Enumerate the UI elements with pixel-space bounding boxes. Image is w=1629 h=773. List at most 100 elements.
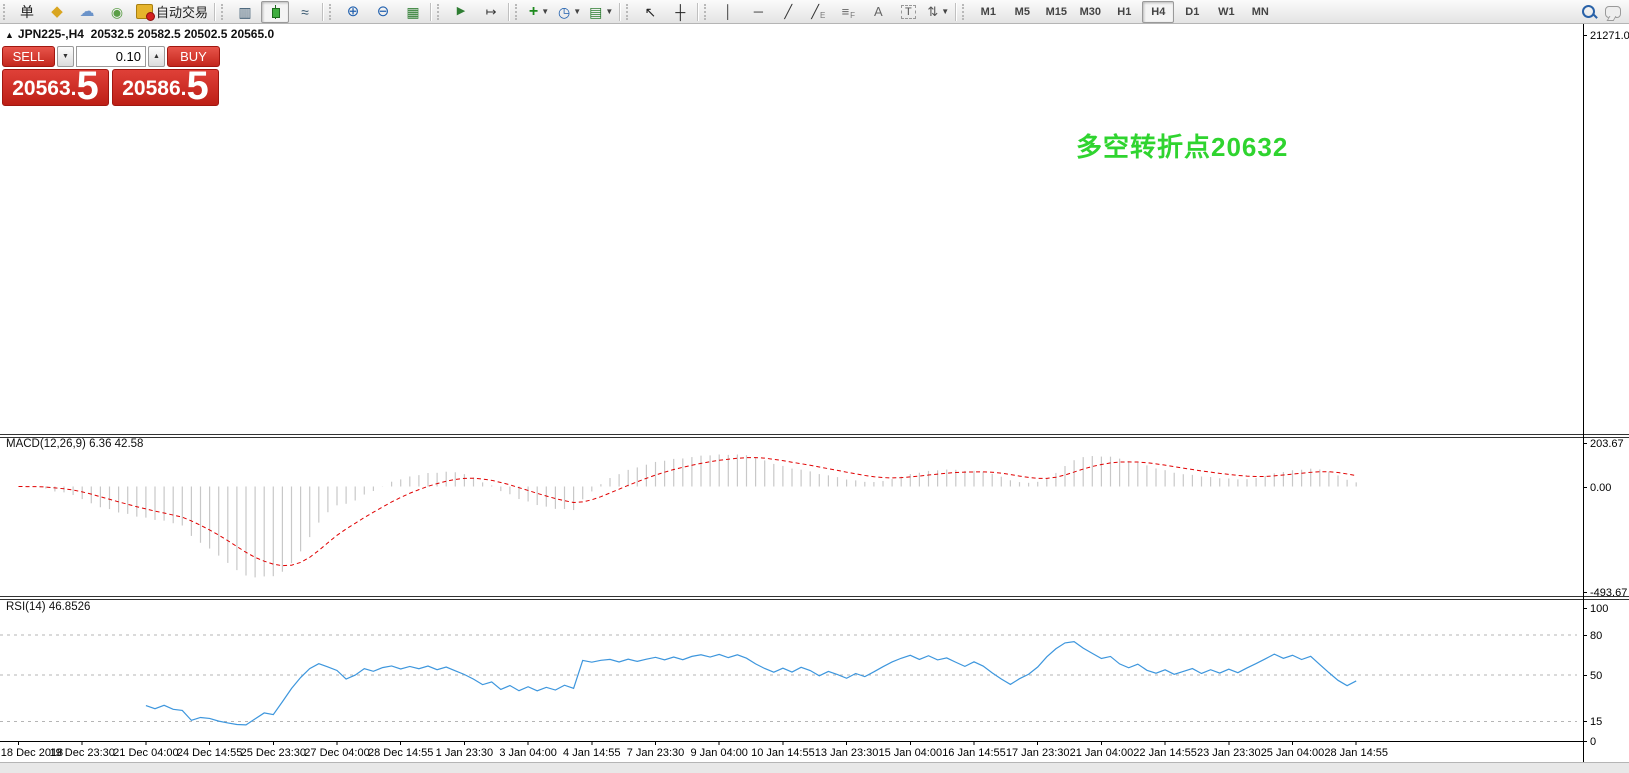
fibonacci-icon[interactable]: ≡F	[834, 1, 862, 23]
svg-text:19 Dec 23:30: 19 Dec 23:30	[49, 747, 114, 759]
ask-price-main: 20586.	[122, 74, 186, 104]
chevron-down-icon[interactable]: ▼	[941, 7, 949, 16]
svg-text:28 Jan 14:55: 28 Jan 14:55	[1324, 747, 1388, 759]
toolbar-grip[interactable]	[437, 4, 443, 20]
svg-text:-493.67: -493.67	[1590, 587, 1627, 599]
arrows-icon[interactable]: ⇅▼	[924, 1, 952, 23]
templates-button[interactable]: ▤▼	[586, 1, 616, 23]
toolbar-grip[interactable]	[221, 4, 227, 20]
price-axis[interactable]: 21271.021067.020239.020035.019825.019621…	[1583, 0, 1629, 762]
svg-text:7 Jan 23:30: 7 Jan 23:30	[627, 747, 685, 759]
toolbar-grip[interactable]	[962, 4, 968, 20]
chevron-down-icon[interactable]: ▼	[573, 7, 581, 16]
toolbar-separator	[430, 3, 432, 21]
svg-text:4 Jan 14:55: 4 Jan 14:55	[563, 747, 621, 759]
text-icon[interactable]: A	[864, 1, 892, 23]
symbol-label: JPN225-,H4	[18, 27, 84, 41]
toolbar-separator	[955, 3, 957, 21]
svg-text:0: 0	[1590, 736, 1596, 748]
timeframe-d1-button[interactable]: D1	[1176, 1, 1208, 23]
mt4-window: 单◆☁◉自动交易 ▥ ≈ ⊕⊖▦ ▶↦ +▼◷▼▤▼ ↖┼ │─╱╱E≡FAT⇅▼ M1M5M1…	[0, 0, 1629, 773]
timeframe-m30-button[interactable]: M30	[1074, 1, 1106, 23]
svg-text:25 Dec 23:30: 25 Dec 23:30	[241, 747, 306, 759]
timeframe-w1-button[interactable]: W1	[1210, 1, 1242, 23]
bar-chart-icon[interactable]: ▥	[231, 1, 259, 23]
svg-text:3 Jan 04:00: 3 Jan 04:00	[499, 747, 557, 759]
svg-text:9 Jan 04:00: 9 Jan 04:00	[690, 747, 748, 759]
trendline-icon[interactable]: ╱	[774, 1, 802, 23]
annotations-layer	[0, 435, 1629, 600]
market-watch-icon[interactable]: ☁	[73, 1, 101, 23]
auto-scroll-icon[interactable]: ▶	[447, 1, 475, 23]
svg-text:50: 50	[1590, 670, 1602, 682]
rsi-indicator-label: RSI(14) 46.8526	[6, 601, 90, 613]
periods-button[interactable]: ◷▼	[555, 1, 584, 23]
svg-text:21271.0: 21271.0	[1590, 30, 1629, 42]
timeframe-h1-button[interactable]: H1	[1108, 1, 1140, 23]
ask-price-pips: 5	[186, 68, 208, 104]
toolbar-separator	[619, 3, 621, 21]
chevron-down-icon[interactable]: ▼	[605, 7, 613, 16]
chart-shift-icon[interactable]: ↦	[477, 1, 505, 23]
timeframe-m5-button[interactable]: M5	[1006, 1, 1038, 23]
rsi-panel[interactable]	[0, 635, 1577, 725]
svg-text:27 Dec 04:00: 27 Dec 04:00	[304, 747, 369, 759]
toolbar-grip[interactable]	[3, 4, 9, 20]
svg-text:10 Jan 14:55: 10 Jan 14:55	[751, 747, 815, 759]
zoom-out-icon[interactable]: ⊖	[369, 1, 397, 23]
channel-icon[interactable]: ╱E	[804, 1, 832, 23]
toolbar-separator	[697, 3, 699, 21]
svg-text:17 Jan 23:30: 17 Jan 23:30	[1006, 747, 1070, 759]
macd-panel[interactable]	[19, 454, 1357, 577]
bid-price-main: 20563.	[12, 74, 76, 104]
time-axis[interactable]: 18 Dec 201819 Dec 23:3021 Dec 04:0024 De…	[0, 741, 1583, 759]
sell-button[interactable]: SELL	[2, 46, 55, 67]
toolbar-grip[interactable]	[626, 4, 632, 20]
timeframe-h4-button[interactable]: H4	[1142, 1, 1174, 23]
candlestick-chart-icon[interactable]	[261, 1, 289, 23]
svg-text:23 Jan 23:30: 23 Jan 23:30	[1197, 747, 1261, 759]
ask-price[interactable]: 20586.5	[112, 69, 219, 106]
signals-icon[interactable]: ◉	[103, 1, 131, 23]
chat-icon[interactable]	[1605, 6, 1621, 18]
chart-title: ▲JPN225-,H4 20532.5 20582.5 20502.5 2056…	[5, 27, 274, 41]
vertical-line-icon[interactable]: │	[714, 1, 742, 23]
search-icon[interactable]	[1582, 5, 1595, 18]
volume-increase-button[interactable]: ▲	[148, 46, 165, 67]
new-chart-button[interactable]: +▼	[525, 1, 553, 23]
timeframe-mn-button[interactable]: MN	[1244, 1, 1276, 23]
toolbar-right-icons	[1582, 0, 1621, 23]
chevron-down-icon[interactable]: ▼	[541, 7, 549, 16]
tile-windows-icon[interactable]: ▦	[399, 1, 427, 23]
autotrading-button[interactable]: 自动交易	[133, 1, 211, 23]
svg-text:0.00: 0.00	[1590, 482, 1611, 494]
toolbar-grip[interactable]	[515, 4, 521, 20]
toolbar-separator	[322, 3, 324, 21]
svg-text:15: 15	[1590, 716, 1602, 728]
history-center-icon[interactable]: ◆	[43, 1, 71, 23]
autotrading-icon	[136, 4, 153, 19]
svg-text:16 Jan 14:55: 16 Jan 14:55	[942, 747, 1006, 759]
new-order-button[interactable]: 单	[13, 1, 41, 23]
toolbar-separator	[214, 3, 216, 21]
cursor-icon[interactable]: ↖	[636, 1, 664, 23]
chart-annotation-text: 多空转折点20632	[1076, 127, 1288, 164]
collapse-arrow-icon[interactable]: ▲	[5, 30, 14, 40]
timeframe-m1-button[interactable]: M1	[972, 1, 1004, 23]
line-chart-icon[interactable]: ≈	[291, 1, 319, 23]
svg-text:21 Dec 04:00: 21 Dec 04:00	[113, 747, 178, 759]
chart-canvas[interactable]: 21271.021067.020239.020035.019825.019621…	[0, 0, 1629, 773]
toolbar-grip[interactable]	[704, 4, 710, 20]
volume-decrease-button[interactable]: ▼	[57, 46, 74, 67]
svg-text:28 Dec 14:55: 28 Dec 14:55	[368, 747, 433, 759]
zoom-in-icon[interactable]: ⊕	[339, 1, 367, 23]
bid-price[interactable]: 20563.5	[2, 69, 109, 106]
horizontal-line-icon[interactable]: ─	[744, 1, 772, 23]
timeframe-m15-button[interactable]: M15	[1040, 1, 1072, 23]
svg-text:1 Jan 23:30: 1 Jan 23:30	[436, 747, 494, 759]
toolbar-grip[interactable]	[329, 4, 335, 20]
toolbar-separator	[508, 3, 510, 21]
svg-text:13 Jan 23:30: 13 Jan 23:30	[815, 747, 879, 759]
label-icon[interactable]: T	[894, 1, 922, 23]
crosshair-icon[interactable]: ┼	[666, 1, 694, 23]
